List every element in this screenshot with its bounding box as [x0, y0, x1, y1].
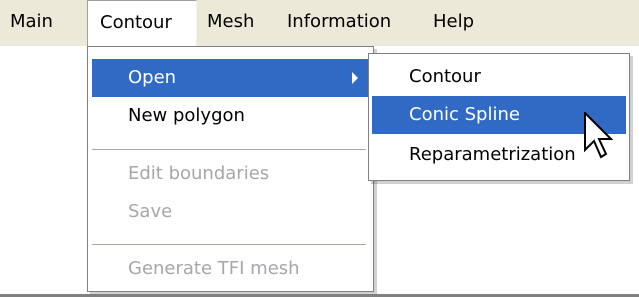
submenu-item-contour-label: Contour: [409, 66, 481, 87]
menubar: Main Contour Mesh Information Help: [0, 0, 639, 46]
menu-item-open[interactable]: Open: [92, 59, 369, 97]
submenu-arrow-icon: [352, 72, 358, 84]
mouse-cursor-icon: [584, 112, 614, 159]
submenu-item-reparametrization-label: Reparametrization: [409, 144, 576, 165]
menu-mesh-label: Mesh: [207, 11, 255, 32]
menu-separator: [92, 149, 366, 150]
menu-contour[interactable]: Contour: [87, 0, 197, 46]
menu-item-new-polygon-label: New polygon: [128, 105, 245, 126]
menu-item-generate-tfi-mesh-label: Generate TFI mesh: [128, 258, 300, 279]
menu-mesh[interactable]: Mesh: [207, 0, 254, 46]
menu-help[interactable]: Help: [433, 0, 474, 46]
submenu-item-contour[interactable]: Contour: [372, 58, 626, 96]
app-window: Main Contour Mesh Information Help Open …: [0, 0, 639, 297]
menu-separator: [92, 244, 366, 245]
menu-item-save[interactable]: Save: [92, 193, 369, 231]
menu-main[interactable]: Main: [10, 0, 53, 46]
menu-item-edit-boundaries-label: Edit boundaries: [128, 163, 270, 184]
menu-item-generate-tfi-mesh[interactable]: Generate TFI mesh: [92, 250, 369, 288]
menu-main-label: Main: [10, 11, 53, 32]
submenu-item-conic-spline-label: Conic Spline: [409, 104, 520, 125]
menu-contour-label: Contour: [100, 12, 172, 33]
menu-help-label: Help: [433, 11, 475, 32]
menu-item-edit-boundaries[interactable]: Edit boundaries: [92, 155, 369, 193]
menu-information-label: Information: [287, 11, 392, 32]
menu-information[interactable]: Information: [287, 0, 391, 46]
contour-dropdown-menu: Open New polygon Edit boundaries Save Ge…: [87, 46, 374, 292]
menu-item-save-label: Save: [128, 201, 173, 222]
menu-item-open-label: Open: [128, 67, 177, 88]
menu-item-new-polygon[interactable]: New polygon: [92, 97, 369, 135]
